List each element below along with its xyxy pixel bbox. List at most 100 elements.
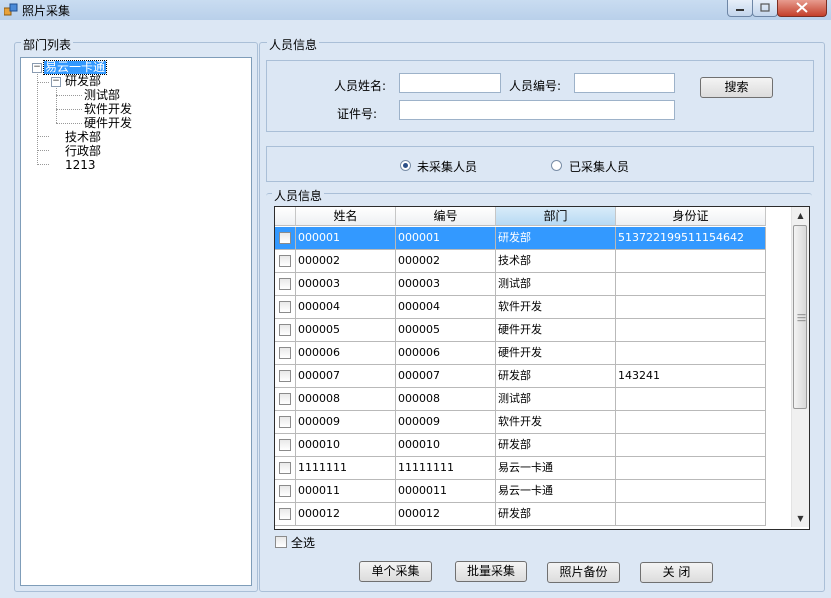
cell-name[interactable]: 000005: [296, 319, 396, 342]
cell-dept[interactable]: 易云一卡通: [496, 480, 616, 503]
person-grid[interactable]: 姓名 编号 部门 身份证 000001 000001 研发部 513722199511…: [274, 206, 810, 530]
row-checkbox[interactable]: [279, 255, 291, 267]
close-button[interactable]: 关 闭: [640, 562, 713, 583]
tree-node-rd[interactable]: 研发部: [65, 75, 101, 88]
cell-number[interactable]: 000010: [396, 434, 496, 457]
row-checkbox[interactable]: [279, 393, 291, 405]
id-input[interactable]: [574, 73, 675, 93]
tree-collapse-rd[interactable]: −: [51, 77, 61, 87]
cell-number[interactable]: 000002: [396, 250, 496, 273]
row-checkbox[interactable]: [279, 278, 291, 290]
cell-number[interactable]: 000001: [396, 227, 496, 250]
cell-number[interactable]: 11111111: [396, 457, 496, 480]
tree-node-test[interactable]: 测试部: [84, 89, 120, 102]
close-window-button[interactable]: [777, 0, 827, 17]
row-checkbox[interactable]: [279, 301, 291, 313]
minimize-button[interactable]: [727, 0, 753, 17]
cell-number[interactable]: 000012: [396, 503, 496, 526]
tree-node-admin[interactable]: 行政部: [65, 145, 101, 158]
select-all-label[interactable]: 全选: [291, 534, 315, 551]
cell-idcard[interactable]: [616, 296, 766, 319]
grid-header-check[interactable]: [275, 207, 296, 226]
cell-idcard[interactable]: [616, 273, 766, 296]
cell-idcard[interactable]: 513722199511154642: [616, 227, 766, 250]
cell-name[interactable]: 000006: [296, 342, 396, 365]
title-bar[interactable]: 照片采集: [0, 0, 831, 20]
tree-node-software[interactable]: 软件开发: [84, 103, 132, 116]
cell-idcard[interactable]: 143241: [616, 365, 766, 388]
maximize-button[interactable]: [752, 0, 778, 17]
col-header-idcard[interactable]: 身份证: [616, 207, 766, 226]
table-row[interactable]: 000010 000010 研发部: [275, 434, 766, 457]
cell-dept[interactable]: 硬件开发: [496, 342, 616, 365]
table-row[interactable]: 000001 000001 研发部 513722199511154642: [275, 227, 766, 250]
cell-number[interactable]: 000005: [396, 319, 496, 342]
row-checkbox[interactable]: [279, 439, 291, 451]
scroll-down-arrow-icon[interactable]: ▼: [792, 510, 809, 527]
row-checkbox[interactable]: [279, 416, 291, 428]
photo-backup-button[interactable]: 照片备份: [547, 562, 620, 583]
row-checkbox[interactable]: [279, 232, 291, 244]
cell-name[interactable]: 000002: [296, 250, 396, 273]
cell-name[interactable]: 1111111: [296, 457, 396, 480]
table-row[interactable]: 000005 000005 硬件开发: [275, 319, 766, 342]
cell-dept[interactable]: 软件开发: [496, 411, 616, 434]
cell-dept[interactable]: 研发部: [496, 434, 616, 457]
cell-dept[interactable]: 研发部: [496, 365, 616, 388]
row-checkbox[interactable]: [279, 462, 291, 474]
batch-capture-button[interactable]: 批量采集: [455, 561, 527, 582]
tree-node-tech[interactable]: 技术部: [65, 131, 101, 144]
name-input[interactable]: [399, 73, 501, 93]
tree-root-node[interactable]: 易云一卡通: [42, 60, 108, 75]
cell-idcard[interactable]: [616, 457, 766, 480]
radio-collected[interactable]: [551, 160, 562, 171]
single-capture-button[interactable]: 单个采集: [359, 561, 432, 582]
cell-dept[interactable]: 测试部: [496, 388, 616, 411]
col-header-dept[interactable]: 部门: [496, 207, 616, 226]
cell-idcard[interactable]: [616, 388, 766, 411]
table-row[interactable]: 000002 000002 技术部: [275, 250, 766, 273]
row-checkbox[interactable]: [279, 508, 291, 520]
col-header-name[interactable]: 姓名: [296, 207, 396, 226]
table-row[interactable]: 000012 000012 研发部: [275, 503, 766, 526]
cell-dept[interactable]: 软件开发: [496, 296, 616, 319]
cell-name[interactable]: 000012: [296, 503, 396, 526]
col-header-number[interactable]: 编号: [396, 207, 496, 226]
cell-dept[interactable]: 研发部: [496, 503, 616, 526]
cell-dept[interactable]: 技术部: [496, 250, 616, 273]
tree-collapse-root[interactable]: −: [32, 63, 42, 73]
grid-vertical-scrollbar[interactable]: ▲ — — — ▼: [791, 207, 809, 527]
cell-number[interactable]: 000004: [396, 296, 496, 319]
cell-dept[interactable]: 硬件开发: [496, 319, 616, 342]
cell-name[interactable]: 000008: [296, 388, 396, 411]
cell-idcard[interactable]: [616, 503, 766, 526]
tree-node-1213[interactable]: 1213: [65, 159, 96, 172]
cell-number[interactable]: 000006: [396, 342, 496, 365]
cell-dept[interactable]: 研发部: [496, 227, 616, 250]
table-row[interactable]: 000011 0000011 易云一卡通: [275, 480, 766, 503]
row-checkbox[interactable]: [279, 370, 291, 382]
cell-number[interactable]: 0000011: [396, 480, 496, 503]
tree-node-hardware[interactable]: 硬件开发: [84, 117, 132, 130]
cell-number[interactable]: 000009: [396, 411, 496, 434]
scroll-thumb[interactable]: — — —: [793, 225, 807, 409]
select-all-checkbox[interactable]: [275, 536, 287, 548]
table-row[interactable]: 000003 000003 测试部: [275, 273, 766, 296]
cell-name[interactable]: 000010: [296, 434, 396, 457]
table-row[interactable]: 000006 000006 硬件开发: [275, 342, 766, 365]
table-row[interactable]: 000009 000009 软件开发: [275, 411, 766, 434]
cell-number[interactable]: 000008: [396, 388, 496, 411]
cell-name[interactable]: 000007: [296, 365, 396, 388]
scroll-up-arrow-icon[interactable]: ▲: [792, 207, 809, 224]
radio-collected-label[interactable]: 已采集人员: [569, 158, 629, 175]
cell-name[interactable]: 000009: [296, 411, 396, 434]
cell-name[interactable]: 000001: [296, 227, 396, 250]
cell-idcard[interactable]: [616, 434, 766, 457]
table-row[interactable]: 000004 000004 软件开发: [275, 296, 766, 319]
cell-number[interactable]: 000007: [396, 365, 496, 388]
cell-idcard[interactable]: [616, 480, 766, 503]
row-checkbox[interactable]: [279, 347, 291, 359]
table-row[interactable]: 1111111 11111111 易云一卡通: [275, 457, 766, 480]
cell-idcard[interactable]: [616, 319, 766, 342]
cell-name[interactable]: 000011: [296, 480, 396, 503]
